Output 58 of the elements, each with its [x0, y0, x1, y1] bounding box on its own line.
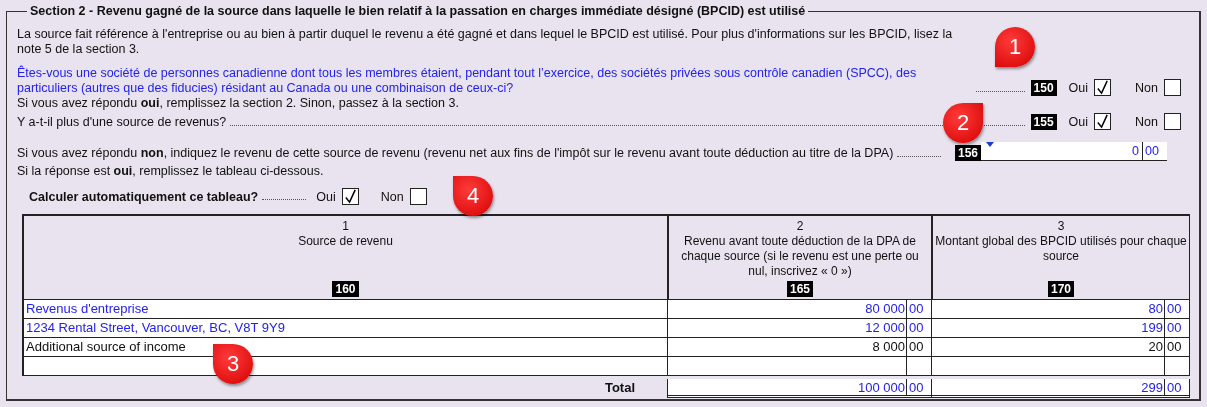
table-cell[interactable]: Revenus d'entreprise — [22, 300, 667, 319]
question-text: Calculer automatiquement ce tableau? — [29, 189, 259, 204]
instruction-text: Si la réponse est oui, remplissez le tableau ci-dessous. — [17, 164, 324, 179]
callout-marker: 1 — [995, 27, 1035, 67]
table-cell: 80 — [932, 300, 1165, 318]
option-label: Non — [1135, 80, 1158, 95]
line-number: 165 — [787, 281, 813, 297]
column-header: Revenu avant toute déduction de la DPA de chaque source (si le revenu est une perte ou nul, inscrivez « 0 ») — [680, 234, 920, 279]
table-cell: 20 — [932, 338, 1165, 356]
checkbox[interactable] — [1164, 79, 1181, 96]
table-cell: 199 — [932, 319, 1165, 337]
table-cell-text: 00 — [1166, 338, 1183, 356]
table-cell-text: 00 — [908, 319, 925, 337]
line-number: 160 — [332, 281, 359, 297]
callout-marker: 3 — [213, 344, 253, 384]
callout-marker: 2 — [943, 103, 983, 143]
table-cell: 80 000 — [668, 300, 907, 318]
line-number: 150 — [1030, 80, 1057, 96]
marker-icon — [986, 142, 994, 147]
amount-field[interactable]: 0 00 — [981, 142, 1167, 161]
column-header: Montant global des BPCID utilisés pour chaque source — [934, 234, 1188, 264]
line-number: 155 — [1030, 114, 1057, 130]
table-cell-text: 00 — [908, 379, 925, 395]
option-label: Oui — [316, 189, 336, 204]
line-number: 170 — [1048, 281, 1074, 297]
question-text: Y a-t-il plus d'une source de revenus? — [17, 115, 227, 130]
intro-text: La source fait référence à l'entreprise ou au bien à partir duquel le revenu a été gagné et dans lequel le BPCID est utilisé. Pour plus d'informations sur les BPCID, lisez la note 5 de la section 3. — [17, 27, 954, 57]
option-label: Non — [380, 189, 404, 204]
table-cell-text: 00 — [908, 300, 925, 318]
column-number: 1 — [342, 219, 349, 234]
table-cell[interactable]: Additional source of income — [22, 338, 667, 357]
table-cell: 8 000 — [668, 338, 907, 356]
column-number: 2 — [796, 219, 804, 234]
table-cell-text: 00 — [1166, 319, 1183, 337]
table-cell: 100 000 — [668, 379, 907, 395]
section-title: Section 2 - Revenu gagné de la source dans laquelle le bien relatif à la passation en charges immédiate désigné (BPCID) est utilisé — [27, 4, 809, 18]
option-label: Non — [1135, 114, 1158, 129]
question-text: Si vous avez répondu non, indiquez le revenu de cette source de revenu (revenu net aux fins de l'impôt sur le revenu avant toute déduction au titre de la DPA) — [17, 146, 894, 161]
checkbox[interactable] — [1094, 79, 1112, 96]
column-header: Source de revenu — [297, 234, 394, 249]
table-cell-text: 00 — [1166, 300, 1183, 318]
column-number: 3 — [1057, 219, 1065, 234]
question-text: Êtes-vous une société de personnes canadienne dont tous les membres étaient, pendant tout l’exercice, des sociétés privées sous contrôle canadien (SPCC), des particuliers (autres que des fiducies) résidant au Canada ou une combinaison de ceux-ci? — [17, 66, 918, 96]
callout-marker: 4 — [453, 176, 493, 216]
line-number: 156 — [954, 145, 981, 161]
instruction-text: Si vous avez répondu oui, remplissez la section 2. Sinon, passez à la section 3. — [17, 96, 459, 111]
table-cell: 299 — [932, 379, 1165, 395]
checkbox[interactable] — [409, 188, 427, 205]
checkbox[interactable] — [341, 188, 359, 205]
checkbox[interactable] — [1094, 113, 1112, 130]
option-label: Oui — [1068, 80, 1089, 95]
table-cell-text: 00 — [1166, 379, 1183, 395]
table-cell-text: 00 — [908, 338, 925, 356]
table-cell[interactable]: 1234 Rental Street, Vancouver, BC, V8T 9Y9 — [22, 319, 667, 338]
total-label: Total — [603, 379, 636, 397]
checkbox[interactable] — [1164, 113, 1181, 130]
table-cell: 12 000 — [668, 319, 907, 337]
option-label: Oui — [1068, 114, 1089, 129]
